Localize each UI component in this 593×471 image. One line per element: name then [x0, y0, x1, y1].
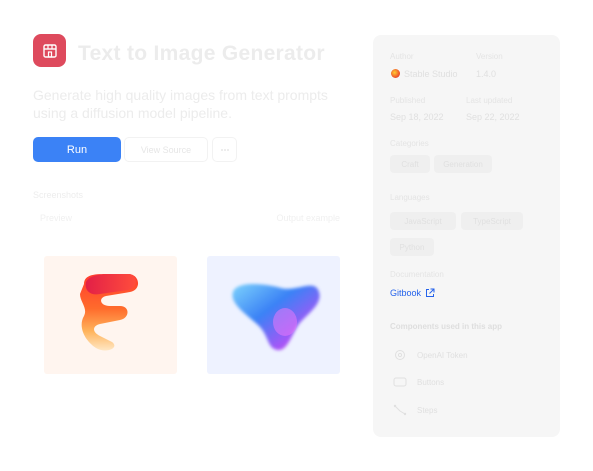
caption-2: Output example: [276, 213, 340, 223]
docs-label: Documentation: [390, 270, 444, 279]
external-link-icon: [426, 288, 435, 297]
language-tag[interactable]: TypeScript: [461, 212, 523, 230]
app-title: Text to Image Generator: [78, 42, 325, 65]
flow-icon: [393, 404, 407, 416]
feature-label: OpenAI Token: [417, 350, 468, 360]
feature-label: Buttons: [417, 377, 445, 387]
category-tag[interactable]: Generation: [434, 155, 492, 173]
published-value: Sep 18, 2022: [390, 112, 444, 122]
author-avatar: [391, 69, 400, 78]
gitbook-link-text: Gitbook: [390, 288, 422, 298]
storefront-icon: [42, 43, 57, 58]
screenshot-2[interactable]: [207, 256, 340, 374]
updated-value: Sep 22, 2022: [466, 112, 520, 122]
feature-item: OpenAI Token: [393, 349, 468, 361]
ellipsis-icon: [220, 148, 229, 151]
language-tag[interactable]: Python: [390, 238, 434, 256]
category-tag[interactable]: Craft: [390, 155, 430, 173]
published-label: Published: [390, 96, 426, 105]
gitbook-link[interactable]: Gitbook: [390, 288, 435, 298]
gradient-blob-image: [232, 284, 320, 351]
feature-item: Steps: [393, 404, 437, 416]
screenshot-1[interactable]: [44, 256, 177, 374]
caption-row: Preview Output example: [40, 213, 340, 223]
feature-label: Steps: [417, 405, 438, 415]
version-value: 1.4.0: [476, 69, 497, 79]
caption-1: Preview: [40, 213, 73, 223]
more-options-button[interactable]: [212, 137, 237, 162]
run-button[interactable]: Run: [33, 137, 121, 162]
language-tag[interactable]: JavaScript: [390, 212, 456, 230]
author-label: Author: [390, 52, 414, 61]
app-icon: [33, 34, 66, 67]
chatgpt-icon: [393, 349, 407, 361]
languages-label: Languages: [390, 193, 430, 202]
section-label: Screenshots: [33, 190, 84, 200]
feature-item: Buttons: [393, 376, 444, 388]
version-label: Version: [476, 52, 503, 61]
app-description: Generate high quality images from text p…: [33, 87, 328, 121]
features-heading: Components used in this app: [390, 322, 503, 331]
categories-label: Categories: [390, 139, 429, 148]
button-icon: [393, 376, 407, 388]
gradient-ribbon-image: [80, 274, 139, 351]
author-name[interactable]: Stable Studio: [404, 69, 458, 79]
updated-label: Last updated: [466, 96, 513, 105]
view-source-button[interactable]: View Source: [124, 137, 208, 162]
